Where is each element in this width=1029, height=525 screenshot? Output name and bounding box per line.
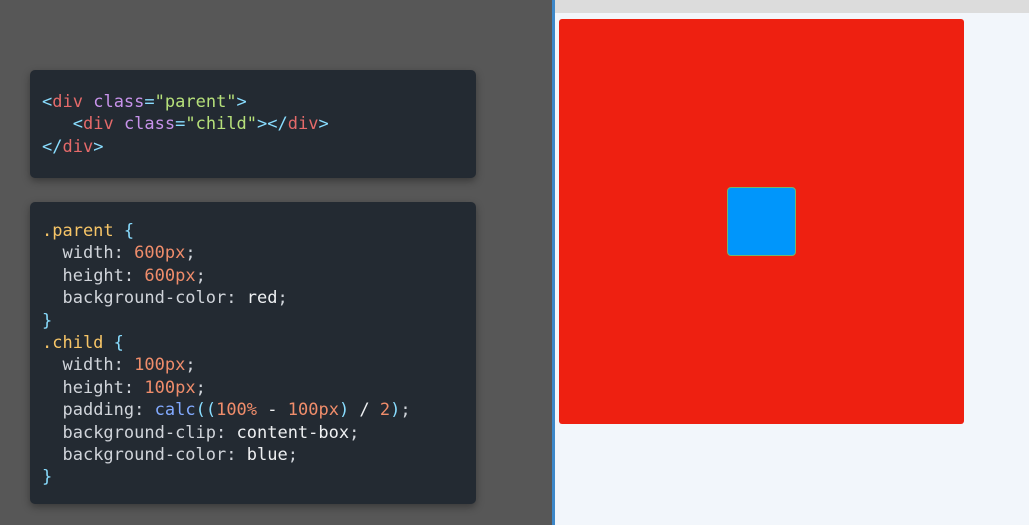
css-child-selector-line: .child { xyxy=(42,332,124,353)
css-close-brace-line: } xyxy=(42,310,53,331)
child-box xyxy=(727,187,796,256)
preview-toolbar xyxy=(555,0,1029,13)
html-line-2: <div class="child"></div> xyxy=(72,114,329,135)
css-rule-line: padding: calc((100% - 100px) / 2); xyxy=(62,400,411,421)
parent-box xyxy=(559,19,964,424)
css-rule-line: height: 600px; xyxy=(62,265,206,286)
css-rule-line: background-clip: content-box; xyxy=(62,422,360,443)
css-code-block: .parent { width: 600px; height: 600px; b… xyxy=(30,202,476,504)
css-parent-selector-line: .parent { xyxy=(42,221,135,241)
css-rule-line: background-color: red; xyxy=(62,288,288,309)
css-rule-line: background-color: blue; xyxy=(62,444,298,465)
html-line-3: </div> xyxy=(42,136,104,157)
html-line-1: <div class="parent"> xyxy=(42,92,247,112)
css-rule-line: height: 100px; xyxy=(62,377,206,398)
css-close-brace-line: } xyxy=(42,467,53,488)
html-code-block: <div class="parent"> <div class="child">… xyxy=(30,70,476,178)
code-editor-pane: <div class="parent"> <div class="child">… xyxy=(0,0,552,525)
css-rule-line: width: 600px; xyxy=(62,243,196,264)
preview-pane xyxy=(555,0,1029,525)
css-rule-line: width: 100px; xyxy=(62,355,196,376)
